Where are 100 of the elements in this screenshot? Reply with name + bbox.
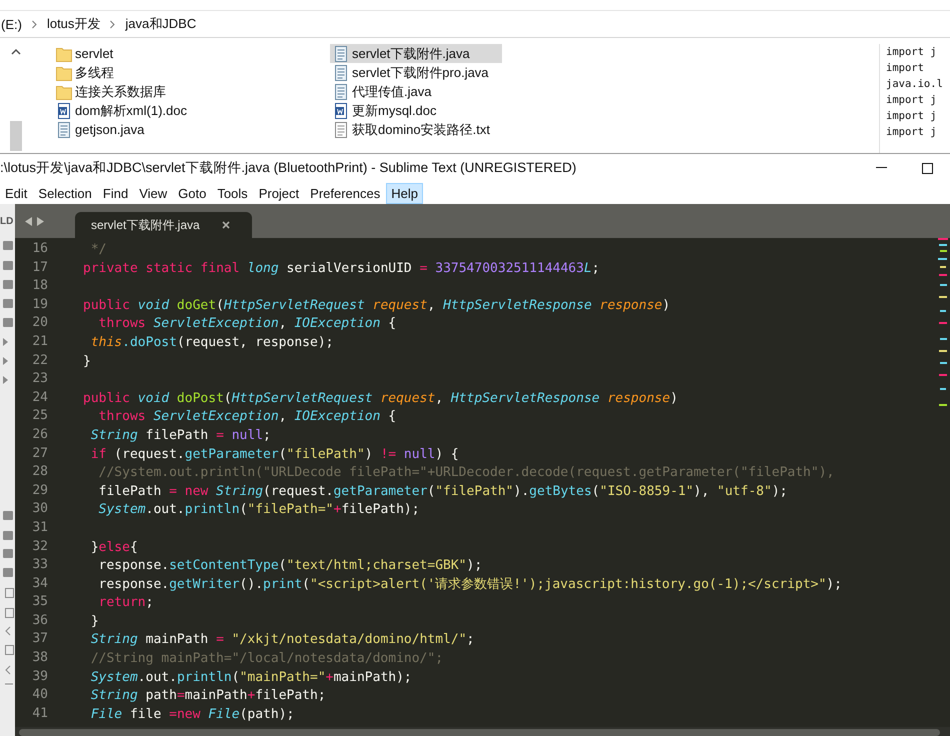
code-line: return; <box>98 595 154 610</box>
code-line: filePath = new String(request.getParameter("filePath").getBytes("ISO-8859-1"), "utf-8"); <box>98 484 788 499</box>
line-number: 31 <box>32 518 48 537</box>
folder-icon <box>56 64 72 80</box>
file-item[interactable]: 获取domino安装路径.txt <box>330 120 502 139</box>
code-line: }else{ <box>90 540 138 554</box>
code-line: response.getWriter().print("<script>alert('请求参数错误!');javascript:history.go(-1);</script>"); <box>98 576 842 592</box>
text-file-icon <box>333 122 349 138</box>
code-line: File file =new File(path); <box>90 706 294 722</box>
document-icon <box>333 102 349 118</box>
code-line: response.setContentType("text/html;charset=GBK"); <box>98 558 482 574</box>
file-item[interactable]: dom解析xml(1).doc <box>53 101 225 120</box>
file-item[interactable]: servlet下载附件pro.java <box>330 63 502 82</box>
file-item[interactable]: 代理传值.java <box>330 82 502 101</box>
file-item[interactable]: 连接关系数据库 <box>53 82 225 101</box>
breadcrumb-item[interactable]: (E:) <box>1 16 22 32</box>
code-line: this.doPost(request, response); <box>90 334 334 350</box>
file-item[interactable]: 多线程 <box>53 63 225 82</box>
scroll-up-icon[interactable] <box>11 48 21 55</box>
code-line: String mainPath = "/xkjt/notesdata/domino/html/"; <box>90 632 474 648</box>
file-icon <box>56 122 72 138</box>
line-number: 26 <box>32 426 48 444</box>
folder-icon <box>56 46 72 62</box>
code-line: public void doGet(HttpServletRequest request, HttpServletResponse response) <box>83 298 670 313</box>
line-number: 41 <box>32 704 48 723</box>
window-title: :\lotus开发\java和JDBC\servlet下载附件.java (BluetoothPrint) - Sublime Text (UNREGISTERED) <box>0 159 578 177</box>
scrollbar[interactable] <box>19 728 940 736</box>
line-number: 22 <box>32 352 48 370</box>
menu-item[interactable]: Project <box>254 182 304 204</box>
minimize-icon[interactable] <box>876 167 886 169</box>
code-line: if (request.getParameter("filePath") != null) { <box>90 446 459 462</box>
chevron-right-icon <box>109 20 116 28</box>
line-number: 16 <box>32 240 48 258</box>
line-number: 29 <box>32 482 48 500</box>
line-number: 25 <box>32 407 48 426</box>
line-number: 33 <box>32 556 48 574</box>
sidebar-header: LD <box>0 216 14 227</box>
line-number: 17 <box>32 258 48 277</box>
line-number: 32 <box>32 538 48 556</box>
file-icon <box>333 46 349 62</box>
preview-text-line: import j <box>886 109 937 124</box>
menu-item[interactable]: Selection <box>33 182 97 204</box>
line-number: 40 <box>32 686 48 704</box>
file-item[interactable]: servlet下载附件.java <box>330 44 502 63</box>
code-line: throws ServletException, IOException { <box>98 316 396 332</box>
maximize-icon[interactable] <box>922 162 932 174</box>
breadcrumb-item[interactable]: lotus开发 <box>46 15 100 33</box>
line-number: 18 <box>32 277 48 296</box>
preview-text-line: import j <box>886 45 937 60</box>
chevron-right-icon <box>30 20 38 28</box>
line-number: 23 <box>32 370 48 388</box>
code-line: private static final long serialVersionUID = 3375470032511144463L; <box>83 260 600 276</box>
menu-item[interactable]: Help <box>386 182 423 204</box>
code-line: } <box>90 614 99 629</box>
editor-tab[interactable]: servlet下载附件.java <box>75 212 252 238</box>
file-item[interactable]: servlet <box>53 44 225 63</box>
preview-text-line: import <box>886 61 924 76</box>
code-line: } <box>83 354 91 369</box>
document-icon <box>56 102 72 118</box>
next-tab-icon[interactable] <box>36 216 44 226</box>
menu-item[interactable]: Goto <box>173 182 212 204</box>
line-number: 39 <box>32 668 48 686</box>
line-number: 34 <box>32 574 48 593</box>
line-number: 21 <box>32 332 48 351</box>
line-number: 35 <box>32 593 48 612</box>
code-line: */ <box>90 242 106 257</box>
line-number: 19 <box>32 296 48 314</box>
line-number: 20 <box>32 314 48 332</box>
scrollbar[interactable] <box>10 121 22 151</box>
file-item[interactable]: 更新mysql.doc <box>330 101 502 120</box>
line-number: 36 <box>32 612 48 630</box>
line-number: 27 <box>32 444 48 463</box>
code-line: System.out.println("mainPath="+mainPath); <box>90 670 412 685</box>
code-line: throws ServletException, IOException { <box>98 409 396 424</box>
file-icon <box>333 64 349 80</box>
code-line: String filePath = null; <box>90 428 271 443</box>
code-line: String path=mainPath+filePath; <box>90 688 326 704</box>
line-number: 37 <box>32 630 48 648</box>
menu-item[interactable]: Tools <box>212 182 253 204</box>
menu-item[interactable]: Find <box>98 182 134 204</box>
line-number: 24 <box>32 388 48 407</box>
preview-text-line: java.io.l <box>886 77 943 92</box>
folder-icon <box>56 84 72 100</box>
preview-text-line: import j <box>886 125 937 140</box>
line-number: 28 <box>32 463 48 482</box>
code-line: public void doPost(HttpServletRequest request, HttpServletResponse response) <box>83 390 678 406</box>
breadcrumb-item[interactable]: java和JDBC <box>125 15 196 33</box>
line-number: 38 <box>32 649 48 668</box>
preview-text-line: import j <box>886 93 937 108</box>
previous-tab-icon[interactable] <box>25 216 33 226</box>
line-number: 30 <box>32 500 48 518</box>
menu-item[interactable]: Edit <box>0 182 32 204</box>
code-line: //System.out.println("URLDecode filePath="+URLDecoder.decode(request.getParameter("filePath"), <box>98 465 834 480</box>
menu-item[interactable]: Preferences <box>305 182 386 204</box>
close-icon[interactable] <box>222 221 230 229</box>
file-item[interactable]: getjson.java <box>53 120 225 139</box>
menu-item[interactable]: View <box>134 182 172 204</box>
file-icon <box>333 84 349 100</box>
code-line: //String mainPath="/local/notesdata/domino/"; <box>90 651 444 666</box>
code-line: System.out.println("filePath="+filePath); <box>98 502 420 518</box>
